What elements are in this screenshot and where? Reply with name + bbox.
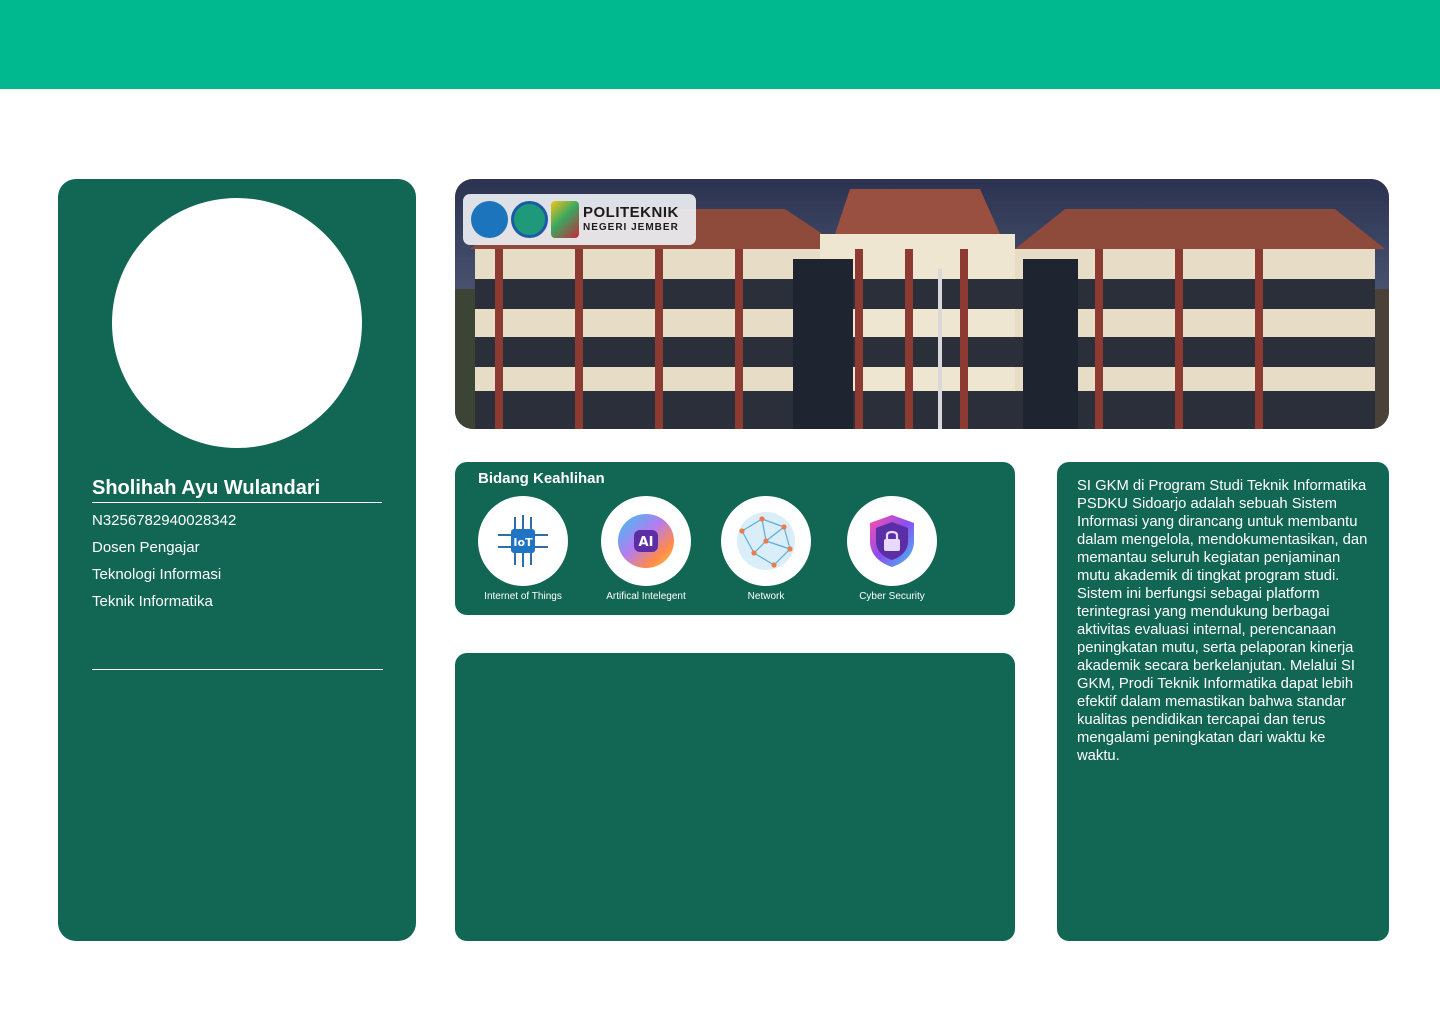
skill-label: Network [747, 591, 785, 602]
skill-item-cyber-security[interactable]: Cyber Security [832, 496, 952, 602]
ai-brain-icon: AI [618, 514, 674, 568]
campus-banner: POLITEKNIK NEGERI JEMBER [455, 179, 1389, 429]
logo-title: POLITEKNIK [583, 204, 679, 221]
network-globe-icon [737, 512, 795, 570]
ministry-logo-icon [471, 201, 508, 238]
description-paragraph-1: SI GKM di Program Studi Teknik Informati… [1077, 478, 1368, 584]
profile-card: Sholihah Ayu Wulandari N3256782940028342… [58, 179, 416, 941]
institution-logo: POLITEKNIK NEGERI JEMBER [463, 194, 696, 245]
skill-icon-circle: AI [601, 496, 691, 586]
skill-item-ai[interactable]: AI Artifical Intelegent [586, 496, 706, 602]
profile-id-number: N3256782940028342 [92, 512, 237, 529]
polije-logo-icon [511, 201, 548, 238]
shield-lock-icon [870, 515, 914, 567]
svg-text:IoT: IoT [513, 536, 533, 549]
skills-title: Bidang Keahlihan [478, 470, 605, 487]
skill-label: Artifical Intelegent [606, 591, 686, 602]
brand-mark-icon [551, 201, 579, 238]
description-card: SI GKM di Program Studi Teknik Informati… [1057, 462, 1389, 941]
skills-card: Bidang Keahlihan IoT Internet of Things [455, 462, 1015, 615]
profile-field: Teknologi Informasi [92, 566, 222, 583]
logo-subtitle: NEGERI JEMBER [583, 222, 679, 233]
profile-position: Dosen Pengajar [92, 539, 200, 556]
skill-icon-circle: IoT [478, 496, 568, 586]
avatar[interactable] [112, 198, 362, 448]
profile-department: Teknik Informatika [92, 593, 213, 610]
skill-item-network[interactable]: Network [706, 496, 826, 602]
skill-label: Internet of Things [484, 591, 562, 602]
skill-icon-circle [847, 496, 937, 586]
skill-icon-circle [721, 496, 811, 586]
content-panel [455, 653, 1015, 941]
svg-text:AI: AI [639, 535, 654, 550]
top-header-bar [0, 0, 1440, 89]
description-paragraph-2: Sistem ini berfungsi sebagai platform te… [1077, 586, 1355, 764]
profile-divider [92, 669, 383, 670]
skill-label: Cyber Security [859, 591, 925, 602]
skill-item-iot[interactable]: IoT Internet of Things [463, 496, 583, 602]
iot-chip-icon: IoT [498, 515, 548, 567]
profile-name: Sholihah Ayu Wulandari [92, 477, 382, 503]
